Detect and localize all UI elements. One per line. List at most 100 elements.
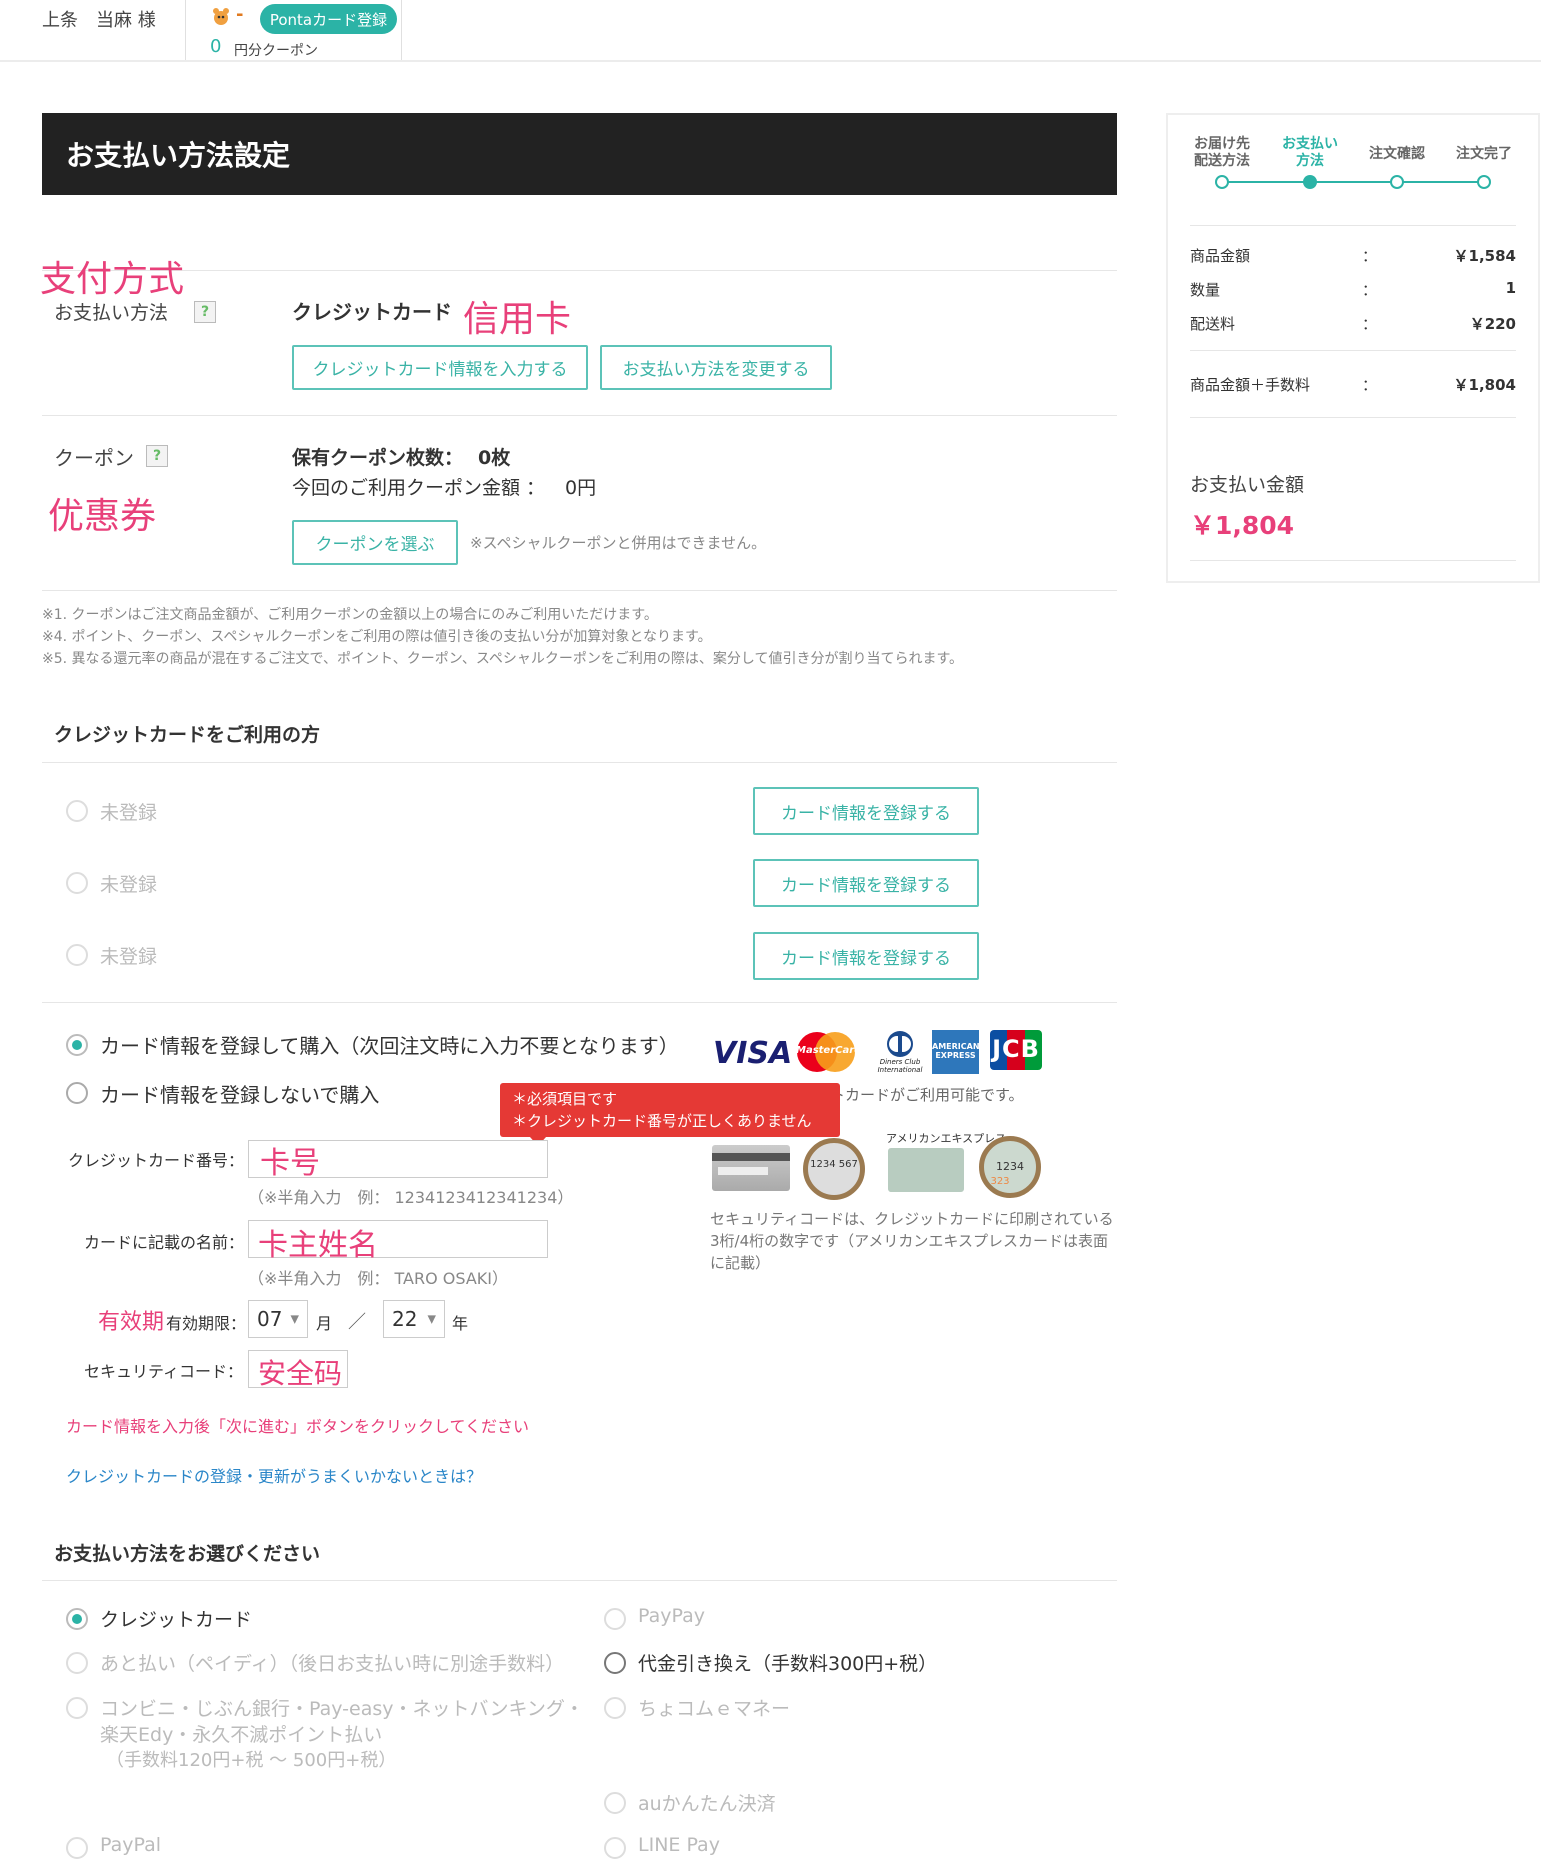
divider [42,415,1117,416]
payment-method-value: クレジットカード [292,300,452,324]
coupon-use-label: 今回のご利用クーポン金額 ： [292,477,546,499]
method-radio-credit-card[interactable] [66,1608,88,1630]
method-label: LINE Pay [638,1834,720,1856]
help-icon[interactable]: ? [146,445,168,467]
error-message: ＊クレジットカード番号が正しくありません [512,1112,812,1130]
method-label: PayPal [100,1834,162,1856]
expiry-year-select[interactable]: 22 ▼ [383,1300,445,1338]
credit-section-title: クレジットカードをご利用の方 [54,724,321,746]
amex-card-illustration [888,1148,964,1192]
owned-coupon-label: 保有クーポン枚数： [292,447,464,469]
method-label: クレジットカード [100,1609,253,1631]
saved-card-radio[interactable] [66,944,88,966]
summary-value: 1 [1505,279,1516,297]
jcb-text: JCB [992,1035,1040,1063]
register-card-button[interactable]: カード情報を登録する [753,932,979,980]
chevron-down-icon: ▼ [290,1312,299,1326]
divider [42,762,1117,763]
next-step-instruction: カード情報を入力後「次に進む」ボタンをクリックしてください [66,1417,530,1436]
change-payment-method-button[interactable]: お支払い方法を変更する [600,345,832,390]
step-label-current: お支払い 方法 [1278,136,1342,170]
annotation-credit-card: 信用卡 [463,299,572,340]
saved-card-radio[interactable] [66,800,88,822]
page-title: お支払い方法設定 [66,139,291,172]
help-icon[interactable]: ? [194,301,216,323]
saved-card-label: 未登録 [100,802,158,824]
security-code-note: セキュリティコードは、クレジットカードに印刷されている3桁/4桁の数字です（アメ… [710,1210,1114,1272]
summary-label: 商品金額＋手数料 [1190,376,1311,394]
note-line: ※4. ポイント、クーポン、スペシャルクーポンをご利用の際は値引き後の支払い分が… [42,629,712,645]
user-name: 上条 当麻 様 [42,10,156,31]
divider [42,1580,1117,1581]
annotation-coupon: 优惠券 [48,496,157,537]
step-label-line: 配送方法 [1194,153,1250,169]
step-label-line: お支払い [1282,136,1338,152]
divider [1190,417,1516,418]
payment-method-label: お支払い方法 [54,302,169,324]
summary-label: 商品金額 [1190,247,1251,265]
card-help-link[interactable]: クレジットカードの登録・更新がうまくいかないときは？ [66,1463,482,1487]
method-label: 楽天Edy・永久不滅ポイント払い [100,1724,383,1746]
expiry-month-value: 07 [257,1307,283,1331]
method-radio-paidy[interactable] [66,1652,88,1674]
choose-coupon-button[interactable]: クーポンを選ぶ [292,520,458,565]
register-and-buy-radio[interactable] [66,1034,88,1056]
annotation-card-number: 卡号 [260,1146,320,1181]
annotation-expiry: 有效期 [98,1310,165,1335]
method-radio-paypay[interactable] [604,1608,626,1630]
annotation-payment-method: 支付方式 [40,259,185,300]
method-radio-linepay[interactable] [604,1837,626,1859]
method-radio-au[interactable] [604,1792,626,1814]
expiry-year-value: 22 [392,1307,418,1331]
ponta-dash: - [236,4,244,25]
expiry-slash: ／ [348,1312,366,1333]
method-section-title: お支払い方法をお選びください [54,1543,321,1565]
summary-sep: ： [1362,247,1378,265]
coupon-unit: 円分クーポン [234,43,318,59]
divider [1190,225,1516,226]
header-divider [401,0,402,60]
coupon-label: クーポン [54,446,134,470]
method-radio-convenience[interactable] [66,1697,88,1719]
step-dot [1390,175,1404,189]
step-dot-current [1303,175,1317,189]
saved-card-radio[interactable] [66,872,88,894]
divider [42,270,1117,271]
card-number-hint: （※半角入力 例： 1234123412341234） [248,1188,574,1207]
total-value: ￥1,804 [1190,511,1295,540]
note-line: ※1. クーポンはご注文商品金額が、ご利用クーポンの金額以上の場合にのみご利用い… [42,607,658,623]
method-radio-cod[interactable] [604,1652,626,1674]
header-divider [185,0,186,60]
buy-without-register-label[interactable]: カード情報を登録しないで購入 [100,1079,379,1108]
summary-label: 配送料 [1190,315,1236,333]
divider [1190,560,1516,561]
register-and-buy-label[interactable]: カード情報を登録して購入（次回注文時に入力不要となります） [100,1030,679,1059]
coupon-count: 0 [210,36,222,57]
summary-label: 数量 [1190,281,1221,299]
method-label: コンビニ・じぶん銀行・Pay-easy・ネットバンキング・ [100,1698,584,1720]
saved-card-label: 未登録 [100,946,158,968]
step-label-line: お届け先 [1194,136,1250,152]
expiry-month-select[interactable]: 07 ▼ [248,1300,308,1338]
register-card-button[interactable]: カード情報を登録する [753,787,979,835]
step-track-line [1222,181,1484,183]
error-message: ＊必須項目です [512,1090,618,1108]
step-label: 注文確認 [1369,146,1425,162]
register-card-button[interactable]: カード情報を登録する [753,859,979,907]
divider [42,1002,1117,1003]
summary-sep: ： [1362,315,1378,333]
annotation-security-code: 安全码 [258,1357,343,1390]
method-radio-chocom[interactable] [604,1697,626,1719]
divider [1190,350,1516,351]
card-back-digits: 1234 567 [810,1159,858,1170]
buy-without-register-radio[interactable] [66,1082,88,1104]
card-name-label: カードに記載の名前： [84,1233,245,1252]
method-label: PayPay [638,1605,705,1627]
ponta-register-button[interactable]: Pontaカード登録 [260,4,397,34]
month-unit: 月 [316,1314,333,1333]
summary-sep: ： [1362,281,1378,299]
method-label: auかんたん決済 [638,1793,776,1815]
enter-card-info-button[interactable]: クレジットカード情報を入力する [292,345,588,390]
method-radio-paypal[interactable] [66,1837,88,1859]
card-back-illustration [712,1145,790,1191]
